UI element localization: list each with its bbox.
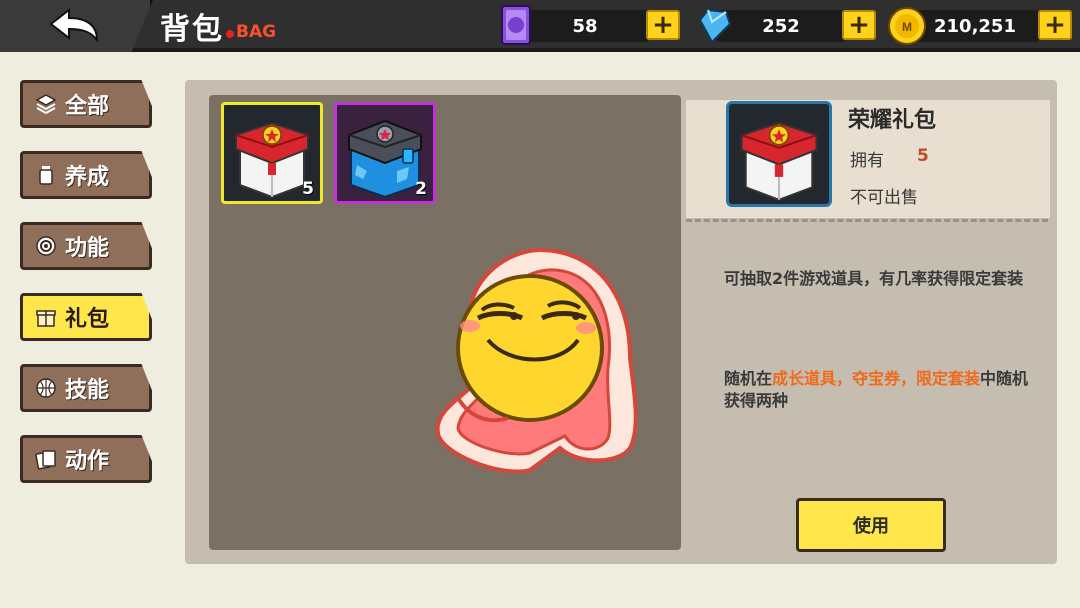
bottle-icon: [35, 164, 57, 186]
diamond-icon: [698, 8, 732, 44]
item-owned-value: 5: [917, 146, 929, 166]
layers-icon: [35, 93, 57, 115]
sidebar-item-label: 动作: [65, 449, 110, 474]
sidebar-item-all[interactable]: 全部: [20, 80, 160, 132]
inventory-slot-blue-box[interactable]: 2: [334, 102, 436, 204]
sidebar-item-label: 礼包: [65, 307, 110, 332]
back-button[interactable]: [0, 0, 153, 52]
gold-counter: 210,251: [910, 10, 1040, 42]
inventory-slot-red-gift-box[interactable]: 5: [221, 102, 323, 204]
sidebar-item-action[interactable]: 动作: [20, 435, 160, 487]
item-reward-description: 随机在成长道具，夺宝券，限定套装中随机获得两种: [724, 368, 1034, 412]
gift-icon: [35, 306, 57, 328]
item-sell-status: 不可出售: [850, 188, 918, 208]
red-gift-box-icon: [740, 121, 818, 201]
diamond-plus-button[interactable]: +: [842, 10, 876, 40]
sidebar-item-training[interactable]: 养成: [20, 151, 160, 203]
sidebar-item-label: 养成: [65, 165, 110, 190]
reward-highlight: 成长道具，夺宝券，限定套装: [772, 369, 981, 388]
reward-prefix: 随机在: [724, 369, 773, 388]
ticket-card-icon: [501, 5, 531, 45]
slot-count: 2: [415, 179, 427, 199]
sidebar-item-label: 全部: [65, 94, 110, 119]
use-button[interactable]: 使用: [796, 498, 946, 552]
page-title: 背包 BAG: [160, 0, 276, 52]
divider: [686, 219, 1048, 222]
cards-icon: [35, 448, 57, 470]
diamond-value: 252: [762, 15, 800, 37]
sidebar-item-label: 功能: [65, 236, 110, 261]
gold-coin-icon: M: [888, 7, 926, 45]
item-detail-icon: [726, 101, 832, 207]
diamond-counter: 252: [716, 10, 846, 42]
ticket-value: 58: [572, 15, 598, 37]
slot-count: 5: [302, 179, 314, 199]
gold-value: 210,251: [934, 15, 1016, 37]
back-arrow-icon: [49, 7, 99, 44]
title-dot: [226, 30, 234, 38]
ticket-counter: 58: [520, 10, 650, 42]
sidebar-item-function[interactable]: 功能: [20, 222, 160, 274]
item-owned-label: 拥有: [850, 151, 884, 171]
emoji-sticker: [435, 248, 638, 474]
item-name: 荣耀礼包: [848, 108, 937, 133]
ticket-plus-button[interactable]: +: [646, 10, 680, 40]
page-title-subtitle: BAG: [236, 22, 277, 42]
sidebar-item-gift[interactable]: 礼包: [20, 293, 160, 345]
sidebar-item-skill[interactable]: 技能: [20, 364, 160, 416]
target-icon: [35, 235, 57, 257]
page-title-text: 背包: [160, 12, 224, 47]
basketball-icon: [35, 377, 57, 399]
svg-text:M: M: [902, 20, 912, 34]
sidebar-item-label: 技能: [65, 378, 110, 403]
item-description: 可抽取2件游戏道具，有几率获得限定套装: [724, 269, 1024, 288]
gold-plus-button[interactable]: +: [1038, 10, 1072, 40]
